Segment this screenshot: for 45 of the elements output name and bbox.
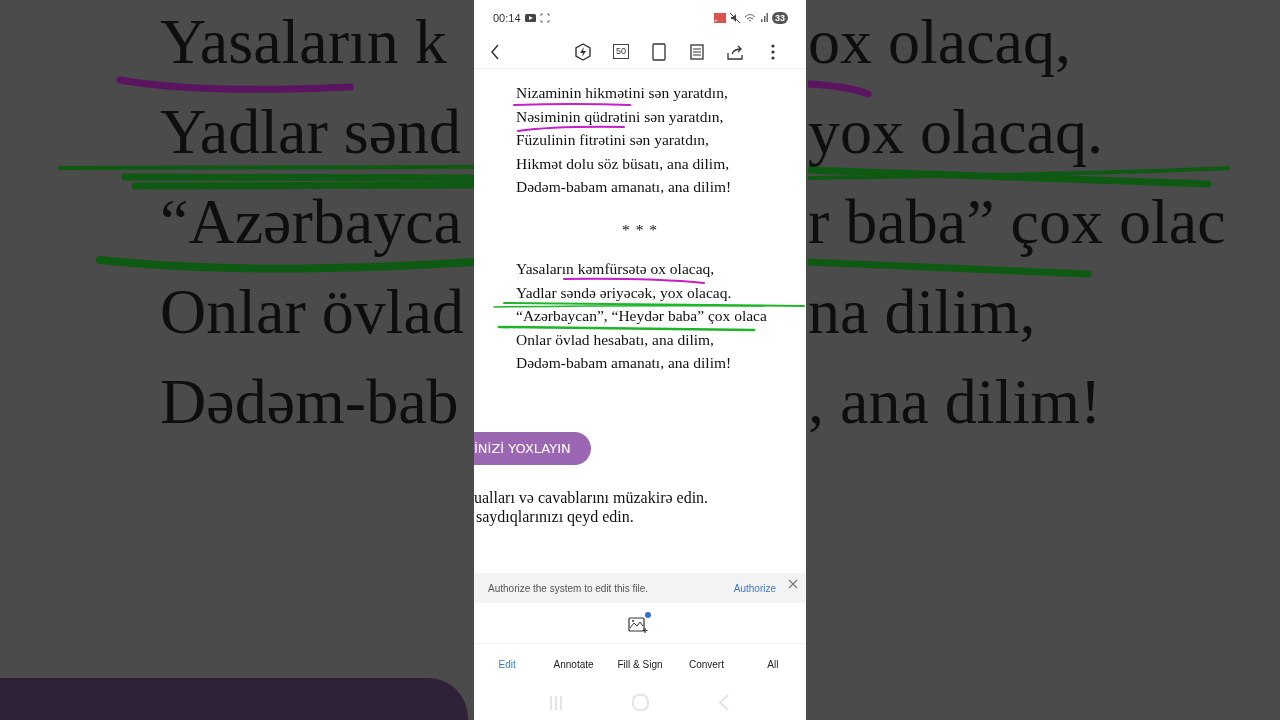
backdrop-text: Dədəm-bab: [160, 370, 459, 434]
clock: 00:14: [493, 11, 521, 24]
lightning-hexagon-icon[interactable]: [574, 42, 592, 61]
close-icon[interactable]: [788, 579, 798, 589]
instruction-text: ualları və cavablarını müzakirə edin.: [474, 488, 709, 507]
back-icon[interactable]: [490, 43, 500, 60]
backdrop-text: Onlar övlad: [160, 280, 464, 344]
ink-stroke: [808, 80, 872, 98]
tab[interactable]: Edit: [474, 654, 541, 674]
poem-line: Füzulinin fitrətini sən yaratdın,: [516, 132, 709, 148]
tab[interactable]: Annotate: [540, 654, 607, 674]
poem-line: “Azərbaycan”, “Heydər baba” çox olaca: [516, 308, 767, 324]
mute-icon: [730, 12, 740, 23]
page-size-button[interactable]: 50: [613, 44, 629, 59]
poem-line: Nizaminin hikmətini sən yaratdın,: [516, 85, 728, 101]
page-frame-icon[interactable]: [652, 42, 666, 61]
instruction-text: saydıqlarınızı qeyd edin.: [475, 507, 634, 526]
wifi-icon: [744, 12, 756, 23]
poem-line: Dədəm-babam amanatı, ana dilim!: [516, 355, 732, 371]
poem-line: Dədəm-babam amanatı, ana dilim!: [516, 179, 732, 195]
backdrop-text: , ana dilim!: [808, 370, 1102, 434]
battery-level: 33: [772, 11, 788, 24]
share-icon[interactable]: [726, 43, 744, 60]
poem-line: Hikmət dolu söz büsatı, ana dilim,: [516, 155, 730, 172]
backdrop-text: Yasaların k: [160, 10, 447, 74]
section-label: İNİZİ YOXLAYIN: [474, 432, 591, 465]
tab[interactable]: Fill & Sign: [606, 654, 674, 674]
poem-line: Yadlar səndə əriyəcək, yox olacaq.: [516, 284, 732, 301]
authorize-link[interactable]: Authorize: [733, 582, 776, 594]
add-image-icon[interactable]: [628, 612, 652, 634]
cast-icon: [714, 12, 726, 23]
video-icon: [524, 13, 536, 22]
backdrop-text: na dilim,: [808, 280, 1036, 344]
document-layout-icon[interactable]: [690, 43, 704, 60]
separator-text: * * *: [622, 221, 658, 239]
poem-line: Nəsiminin qüdrətini sən yaratdın,: [516, 108, 724, 125]
signal-icon: [760, 13, 768, 22]
screenshot-icon: [539, 12, 550, 23]
more-icon[interactable]: [771, 43, 775, 60]
poem-line: Yasaların kəmfürsətə ox olacaq,: [516, 261, 715, 277]
tab[interactable]: All: [739, 654, 807, 674]
tab[interactable]: Convert: [673, 654, 740, 674]
banner-message: Authorize the system to edit this file.: [488, 582, 650, 594]
poem-line: Onlar övlad hesabatı, ana dilim,: [516, 331, 714, 348]
backdrop-text: Yadlar sənd: [160, 100, 462, 164]
